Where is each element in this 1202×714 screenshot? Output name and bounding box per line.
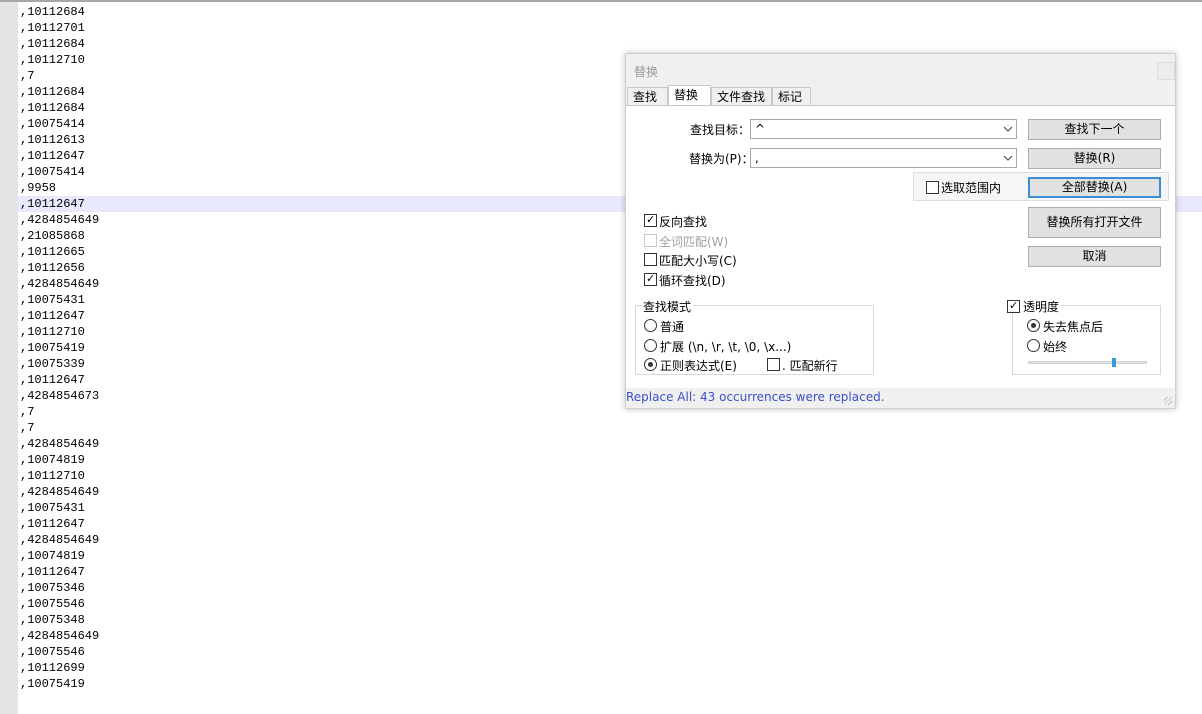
checkmark-icon: ✓ [1009, 299, 1019, 312]
editor-gutter [0, 2, 18, 714]
search-mode-group: 查找模式 普通 扩展 (\n, \r, \t, \0, \x...) 正则表达式… [635, 298, 874, 375]
replace-panel: 查找目标： ^ 查找下一个 替换为(P)： , 替换(R) 选取范围内 全部替换… [626, 105, 1175, 388]
status-message: Replace All: 43 occurrences were replace… [626, 390, 885, 404]
editor-line[interactable]: ,10075546 [18, 644, 1202, 660]
tab-find-in-files[interactable]: 文件查找 [711, 87, 772, 105]
editor-line[interactable]: ,10075419 [18, 676, 1202, 692]
wrap-around-label: 循环查找(D) [659, 274, 726, 288]
replace-all-button[interactable]: 全部替换(A) [1028, 177, 1161, 198]
transparency-group: ✓ 透明度 失去焦点后 始终 [1007, 298, 1161, 375]
editor-line[interactable]: ,10075346 [18, 580, 1202, 596]
editor-line[interactable]: ,10075546 [18, 596, 1202, 612]
mode-regex-radio[interactable] [644, 358, 657, 371]
mode-extended-label: 扩展 (\n, \r, \t, \0, \x...) [660, 340, 792, 354]
in-selection-checkbox[interactable] [926, 181, 939, 194]
editor-line[interactable]: ,4284854649 [18, 436, 1202, 452]
editor-line[interactable]: ,10112647 [18, 516, 1202, 532]
editor-line[interactable]: ,10112647 [18, 564, 1202, 580]
dot-newline-checkbox[interactable] [767, 358, 780, 371]
transparency-slider[interactable] [1028, 361, 1147, 364]
wrap-around-checkbox[interactable]: ✓ [644, 272, 657, 286]
mode-normal-label: 普通 [660, 320, 685, 334]
replace-all-open-files-button[interactable]: 替换所有打开文件 [1028, 207, 1161, 238]
editor-line[interactable]: ,4284854649 [18, 484, 1202, 500]
checkmark-icon: ✓ [646, 213, 656, 226]
match-case-label: 匹配大小写(C) [659, 254, 737, 268]
transparency-slider-thumb[interactable] [1111, 358, 1116, 367]
backward-checkbox[interactable]: ✓ [644, 213, 657, 227]
match-case-checkbox[interactable] [644, 253, 657, 266]
editor-line[interactable]: ,4284854649 [18, 628, 1202, 644]
replace-button[interactable]: 替换(R) [1028, 148, 1161, 169]
editor-line[interactable]: ,10112701 [18, 20, 1202, 36]
chevron-down-icon[interactable] [1003, 153, 1013, 163]
editor-line[interactable]: ,10074819 [18, 548, 1202, 564]
replace-with-label: 替换为(P)： [689, 152, 754, 166]
find-what-value: ^ [755, 122, 766, 136]
editor-line[interactable]: ,7 [18, 420, 1202, 436]
replace-with-value: , [755, 151, 759, 165]
on-losing-focus-label: 失去焦点后 [1043, 320, 1104, 334]
always-radio[interactable] [1027, 339, 1040, 352]
mode-extended-radio[interactable] [644, 339, 657, 352]
editor-line[interactable]: ,10075348 [18, 612, 1202, 628]
radio-dot [648, 362, 653, 367]
tab-mark[interactable]: 标记 [772, 87, 811, 105]
editor-line[interactable]: ,10112684 [18, 36, 1202, 52]
editor-line[interactable]: ,4284854649 [18, 532, 1202, 548]
replace-dialog: 替换 查找 替换 文件查找 标记 查找目标： ^ 查找下一个 替换为(P)： ,… [625, 53, 1176, 409]
transparency-title: 透明度 [1021, 298, 1062, 315]
backward-label: 反向查找 [659, 215, 708, 229]
mode-regex-label: 正则表达式(E) [660, 359, 737, 373]
cancel-button[interactable]: 取消 [1028, 246, 1161, 267]
whole-word-label: 全词匹配(W) [659, 235, 729, 249]
search-mode-title: 查找模式 [641, 298, 694, 315]
tab-replace[interactable]: 替换 [668, 85, 711, 106]
find-what-combo[interactable]: ^ [750, 119, 1017, 139]
always-label: 始终 [1043, 340, 1068, 354]
radio-dot [1031, 323, 1036, 328]
status-bar: Replace All: 43 occurrences were replace… [626, 388, 1175, 408]
replace-with-combo[interactable]: , [750, 148, 1017, 168]
editor-line[interactable]: ,10074819 [18, 452, 1202, 468]
in-selection-label: 选取范围内 [941, 181, 1002, 195]
editor-line[interactable]: ,10075431 [18, 500, 1202, 516]
dialog-title: 替换 [634, 65, 659, 79]
find-next-button[interactable]: 查找下一个 [1028, 119, 1161, 140]
find-what-label: 查找目标： [690, 123, 751, 137]
editor-line[interactable]: ,10112699 [18, 660, 1202, 676]
transparency-checkbox[interactable]: ✓ [1007, 299, 1020, 313]
editor-line[interactable]: ,10112710 [18, 468, 1202, 484]
whole-word-checkbox[interactable] [644, 234, 657, 247]
dot-newline-label: . 匹配新行 [782, 359, 838, 373]
mode-normal-radio[interactable] [644, 319, 657, 332]
resize-grip[interactable] [1164, 397, 1172, 405]
checkmark-icon: ✓ [646, 272, 656, 285]
chevron-down-icon[interactable] [1003, 124, 1013, 134]
tab-find[interactable]: 查找 [627, 87, 668, 105]
close-button[interactable] [1157, 62, 1175, 80]
editor-line[interactable]: ,10112684 [18, 4, 1202, 20]
on-losing-focus-radio[interactable] [1027, 319, 1040, 332]
